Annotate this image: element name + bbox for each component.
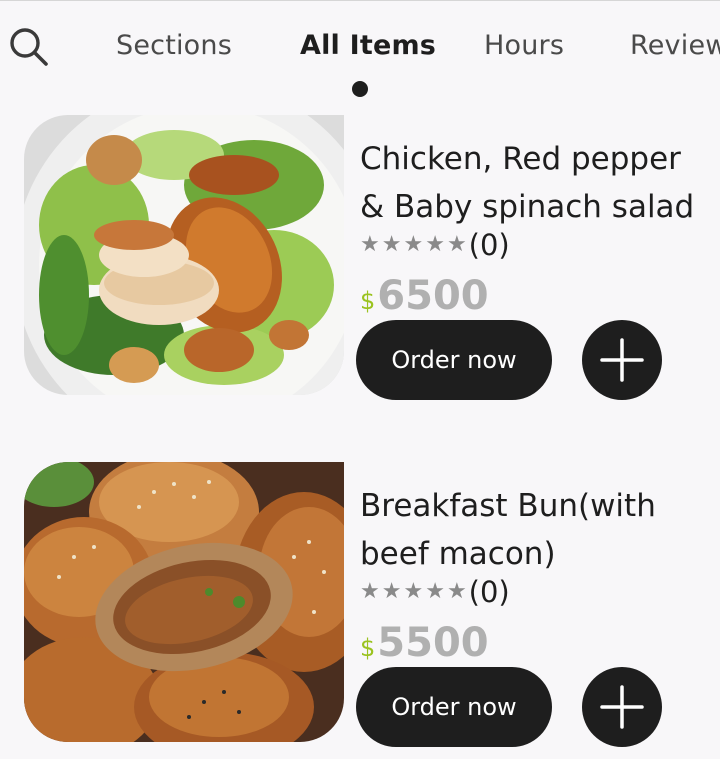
price-amount: 6500 xyxy=(377,273,489,319)
item-title[interactable]: Chicken, Red pepper & Baby spinach salad xyxy=(360,135,710,231)
star-icon: ★ xyxy=(381,579,402,604)
star-rating: ★ ★ ★ ★ ★ xyxy=(360,234,467,256)
plus-icon xyxy=(600,685,644,729)
rating-count: (0) xyxy=(468,575,510,609)
star-icon: ★ xyxy=(403,232,424,257)
category-tabs: Sections All Items Hours Reviews xyxy=(0,0,720,100)
star-icon: ★ xyxy=(360,579,380,604)
star-icon: ★ xyxy=(446,232,467,257)
star-icon: ★ xyxy=(360,232,380,257)
order-now-button[interactable]: Order now xyxy=(356,667,552,747)
add-to-cart-button[interactable] xyxy=(582,320,662,400)
star-rating: ★ ★ ★ ★ ★ xyxy=(360,581,467,603)
tab-reviews[interactable]: Reviews xyxy=(630,30,720,61)
order-now-button[interactable]: Order now xyxy=(356,320,552,400)
star-icon: ★ xyxy=(403,579,424,604)
search-button[interactable] xyxy=(8,26,50,68)
plus-icon xyxy=(600,338,644,382)
stuffed-sesame-buns-image xyxy=(24,462,344,742)
price-amount: 5500 xyxy=(377,620,489,666)
item-price: $ 6500 xyxy=(360,273,489,319)
item-image[interactable] xyxy=(24,462,344,742)
tab-all-items[interactable]: All Items xyxy=(300,30,436,61)
menu-item-card[interactable]: Breakfast Bun(with beef macon) ★ ★ ★ ★ ★… xyxy=(0,462,720,752)
item-price: $ 5500 xyxy=(360,620,489,666)
item-rating: ★ ★ ★ ★ ★ (0) xyxy=(360,572,510,612)
add-to-cart-button[interactable] xyxy=(582,667,662,747)
item-title[interactable]: Breakfast Bun(with beef macon) xyxy=(360,482,710,578)
star-icon: ★ xyxy=(446,579,467,604)
rating-count: (0) xyxy=(468,228,510,262)
search-icon xyxy=(10,28,48,66)
star-icon: ★ xyxy=(381,232,402,257)
currency-symbol: $ xyxy=(360,287,376,315)
tab-sections[interactable]: Sections xyxy=(116,30,232,61)
menu-item-card[interactable]: Chicken, Red pepper & Baby spinach salad… xyxy=(0,115,720,405)
active-tab-indicator xyxy=(352,81,368,97)
item-image[interactable] xyxy=(24,115,344,395)
tab-hours[interactable]: Hours xyxy=(484,30,564,61)
star-icon: ★ xyxy=(425,232,445,257)
star-icon: ★ xyxy=(425,579,445,604)
currency-symbol: $ xyxy=(360,634,376,662)
roast-chicken-salad-image xyxy=(24,115,344,395)
item-rating: ★ ★ ★ ★ ★ (0) xyxy=(360,225,510,265)
